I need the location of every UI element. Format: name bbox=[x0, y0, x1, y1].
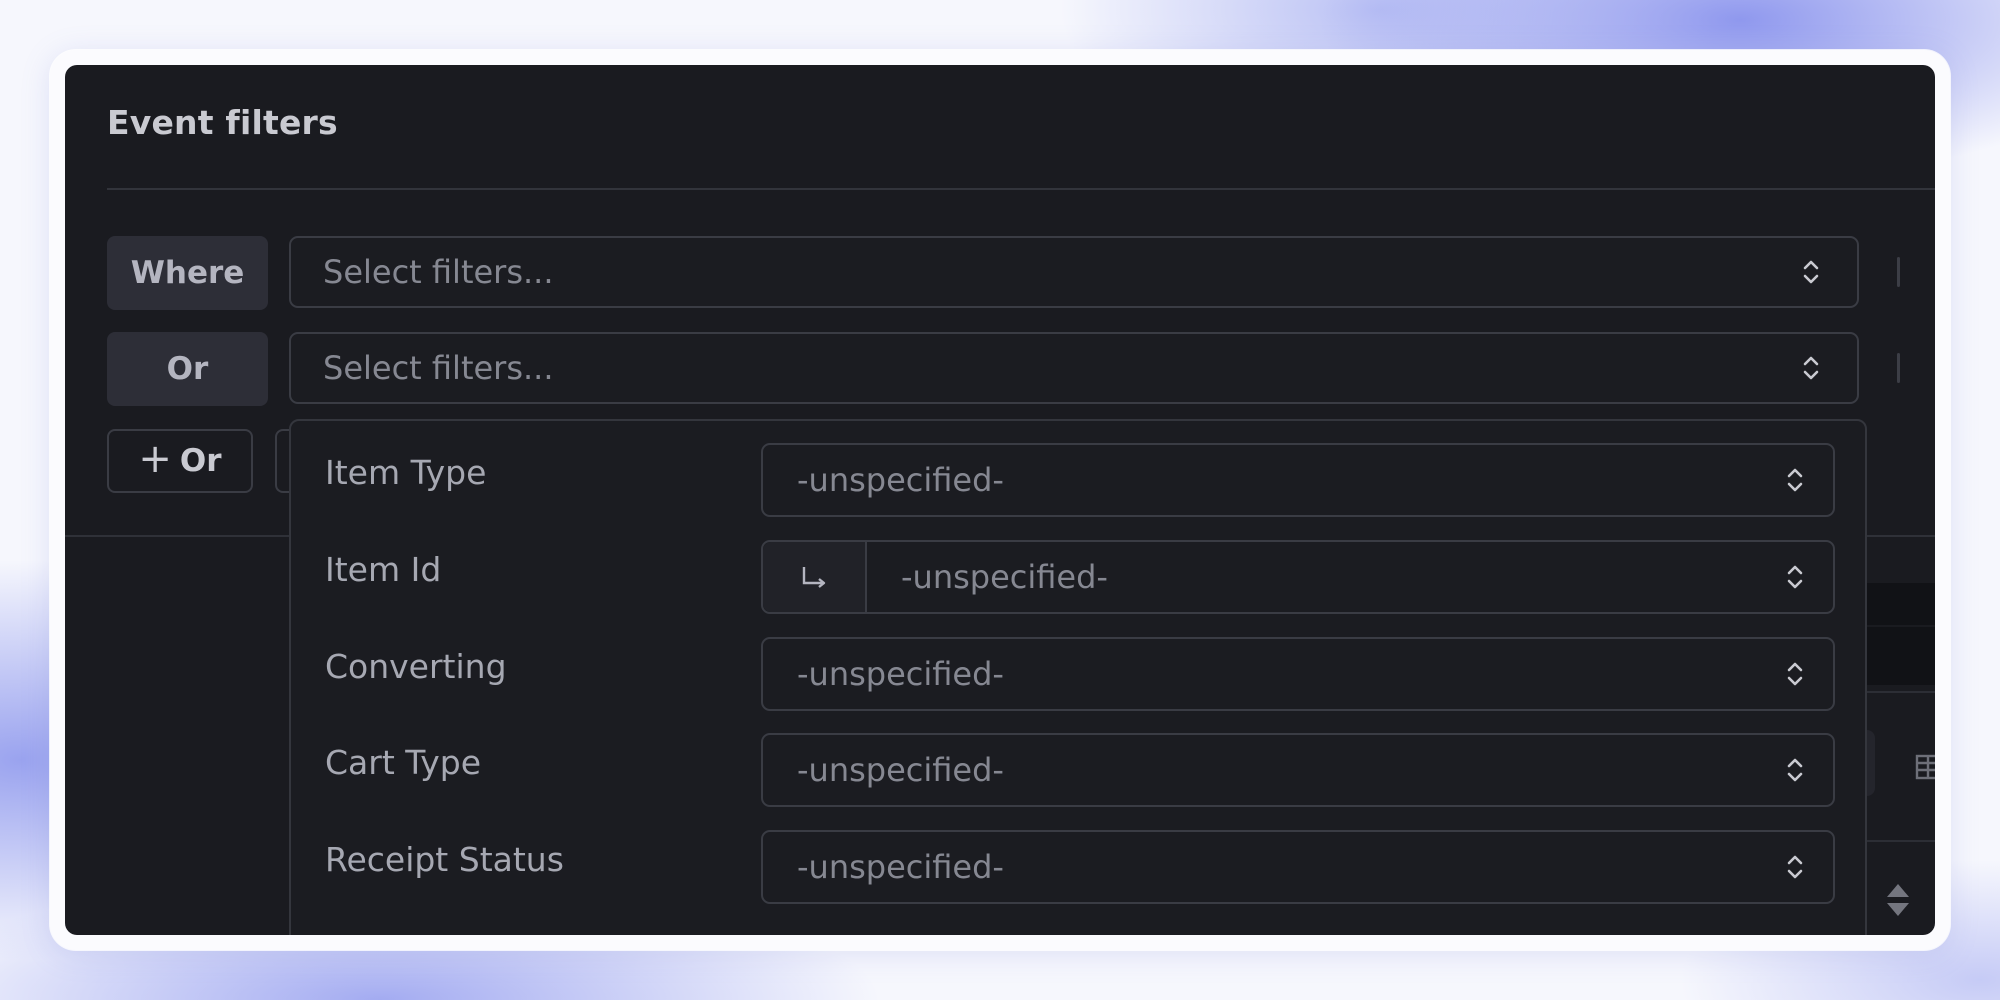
sort-icon[interactable] bbox=[1883, 880, 1913, 924]
chevron-up-down-icon bbox=[1785, 657, 1805, 691]
chevron-up-down-icon bbox=[1785, 463, 1805, 497]
divider bbox=[107, 188, 1935, 190]
nested-arrow-icon[interactable] bbox=[763, 542, 867, 612]
converting-select[interactable]: -unspecified- bbox=[761, 637, 1835, 711]
item-type-label: Item Type bbox=[325, 453, 487, 492]
background-row bbox=[1865, 627, 1935, 685]
add-or-label: Or bbox=[179, 443, 222, 479]
divider bbox=[1865, 840, 1935, 842]
receipt-status-label: Receipt Status bbox=[325, 840, 564, 879]
add-or-button[interactable]: + Or bbox=[107, 429, 253, 493]
item-id-select[interactable]: -unspecified- bbox=[761, 540, 1835, 614]
cart-type-value: -unspecified- bbox=[797, 751, 1004, 789]
or-clause-chip[interactable]: Or bbox=[107, 332, 268, 406]
item-type-select[interactable]: -unspecified- bbox=[761, 443, 1835, 517]
chevron-up-down-icon bbox=[1801, 351, 1821, 385]
or-filter-select[interactable]: Select filters... bbox=[289, 332, 1859, 404]
item-id-label: Item Id bbox=[325, 550, 442, 589]
grid-icon[interactable] bbox=[1915, 753, 1935, 788]
chevron-up-down-icon bbox=[1785, 560, 1805, 594]
drag-handle[interactable] bbox=[1897, 353, 1900, 383]
converting-label: Converting bbox=[325, 647, 507, 686]
item-id-value: -unspecified- bbox=[901, 558, 1108, 596]
where-filter-select[interactable]: Select filters... bbox=[289, 236, 1859, 308]
plus-icon: + bbox=[138, 436, 172, 482]
filter-options-dropdown: Item Type -unspecified- Item Id -unspeci… bbox=[289, 419, 1867, 935]
divider bbox=[1865, 691, 1935, 693]
chevron-up-down-icon bbox=[1801, 255, 1821, 289]
where-filter-placeholder: Select filters... bbox=[323, 253, 554, 291]
panel-title: Event filters bbox=[107, 103, 338, 142]
receipt-status-value: -unspecified- bbox=[797, 848, 1004, 886]
chevron-up-down-icon bbox=[1785, 850, 1805, 884]
event-filters-panel: Event filters Where Select filters... Or… bbox=[65, 65, 1935, 935]
cart-type-label: Cart Type bbox=[325, 743, 482, 782]
background-row bbox=[1865, 583, 1935, 625]
receipt-status-select[interactable]: -unspecified- bbox=[761, 830, 1835, 904]
item-type-value: -unspecified- bbox=[797, 461, 1004, 499]
where-clause-chip[interactable]: Where bbox=[107, 236, 268, 310]
chevron-up-down-icon bbox=[1785, 753, 1805, 787]
drag-handle[interactable] bbox=[1897, 257, 1900, 287]
converting-value: -unspecified- bbox=[797, 655, 1004, 693]
cart-type-select[interactable]: -unspecified- bbox=[761, 733, 1835, 807]
or-filter-placeholder: Select filters... bbox=[323, 349, 554, 387]
